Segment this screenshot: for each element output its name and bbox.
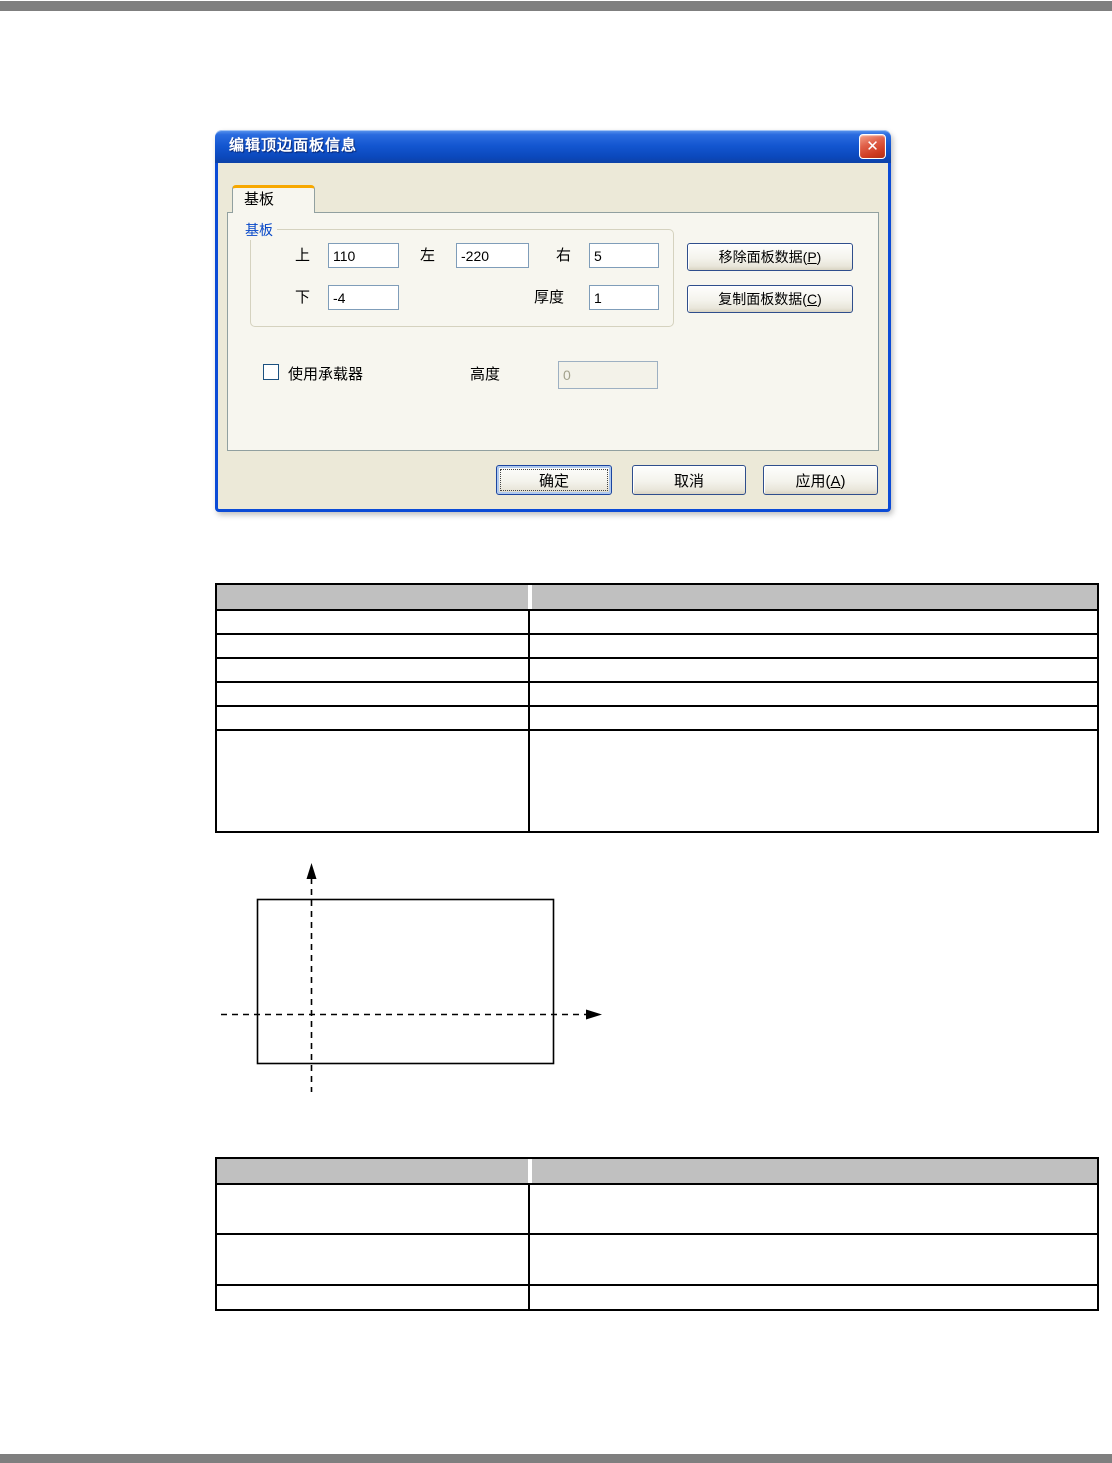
table-cell: [528, 611, 1097, 633]
dialog-title: 编辑顶边面板信息: [229, 137, 358, 154]
field-thickness-label: 厚度: [534, 289, 565, 306]
table-cell: [528, 635, 1097, 657]
table-cell: [528, 1185, 1097, 1233]
tab-page: 基板 上 左 右 下 厚度 移除面板数据(P) 复制面板数据(C) 使用承载器 …: [227, 212, 879, 451]
table-header-cell: [217, 1159, 528, 1183]
group-box-label: 基板: [241, 220, 277, 240]
table-row: [217, 705, 1097, 729]
field-top-label: 上: [295, 247, 311, 264]
height-input: [558, 361, 658, 389]
copy-panel-data-button[interactable]: 复制面板数据(C): [687, 285, 853, 313]
table-cell: [217, 731, 528, 831]
use-carrier-label: 使用承载器: [288, 366, 364, 383]
parameter-table: [215, 583, 1099, 833]
field-thickness-input[interactable]: [589, 285, 659, 310]
table-row: [217, 1284, 1097, 1309]
table-row: [217, 633, 1097, 657]
table-cell: [528, 731, 1097, 831]
table-row: [217, 681, 1097, 705]
field-right-label: 右: [556, 247, 572, 264]
tab-jiban[interactable]: 基板: [232, 185, 315, 213]
table-cell: [528, 683, 1097, 705]
cancel-button[interactable]: 取消: [632, 465, 746, 495]
height-label: 高度: [470, 366, 501, 383]
apply-button[interactable]: 应用(A): [763, 465, 878, 495]
table-cell: [217, 1235, 528, 1284]
table-cell: [217, 635, 528, 657]
table-cell: [528, 707, 1097, 729]
field-top-input[interactable]: [328, 243, 399, 268]
table-header-cell: [528, 1159, 1097, 1183]
remove-panel-data-button[interactable]: 移除面板数据(P): [687, 243, 853, 271]
use-carrier-checkbox[interactable]: [263, 364, 279, 380]
page-top-bar: [0, 1, 1112, 11]
right-arrow-icon: [586, 1009, 602, 1020]
table-cell: [217, 683, 528, 705]
field-bottom-input[interactable]: [328, 285, 399, 310]
table-header-cell: [528, 585, 1097, 609]
table-cell: [528, 659, 1097, 681]
close-icon: ✕: [866, 138, 879, 155]
table-row: [217, 1183, 1097, 1233]
tab-label: 基板: [244, 191, 275, 208]
field-left-input[interactable]: [456, 243, 529, 268]
up-arrow-icon: [306, 863, 317, 879]
edit-top-panel-dialog: 编辑顶边面板信息 ✕ 基板 基板 上 左 右 下 厚度 移除面板数据(P) 复制…: [215, 130, 891, 512]
table-row: [217, 1233, 1097, 1284]
field-right-input[interactable]: [589, 243, 659, 268]
table-row: [217, 657, 1097, 681]
dialog-title-bar[interactable]: 编辑顶边面板信息 ✕: [215, 130, 891, 163]
table-cell: [217, 611, 528, 633]
panel-rectangle: [256, 898, 555, 1065]
field-bottom-label: 下: [295, 289, 311, 306]
page-bottom-bar: [0, 1454, 1112, 1463]
table-cell: [217, 1286, 528, 1309]
table-cell: [528, 1286, 1097, 1309]
table-header-row: [217, 1159, 1097, 1183]
table-header-cell: [217, 585, 528, 609]
table-cell: [217, 659, 528, 681]
ok-button[interactable]: 确定: [496, 465, 612, 495]
table-row: [217, 729, 1097, 831]
table-header-row: [217, 585, 1097, 609]
table-cell: [528, 1235, 1097, 1284]
close-button[interactable]: ✕: [859, 134, 886, 159]
table-cell: [217, 707, 528, 729]
description-table: [215, 1157, 1099, 1311]
coordinate-axes-diagram: [221, 863, 602, 1092]
table-row: [217, 609, 1097, 633]
field-left-label: 左: [420, 247, 436, 264]
table-cell: [217, 1185, 528, 1233]
